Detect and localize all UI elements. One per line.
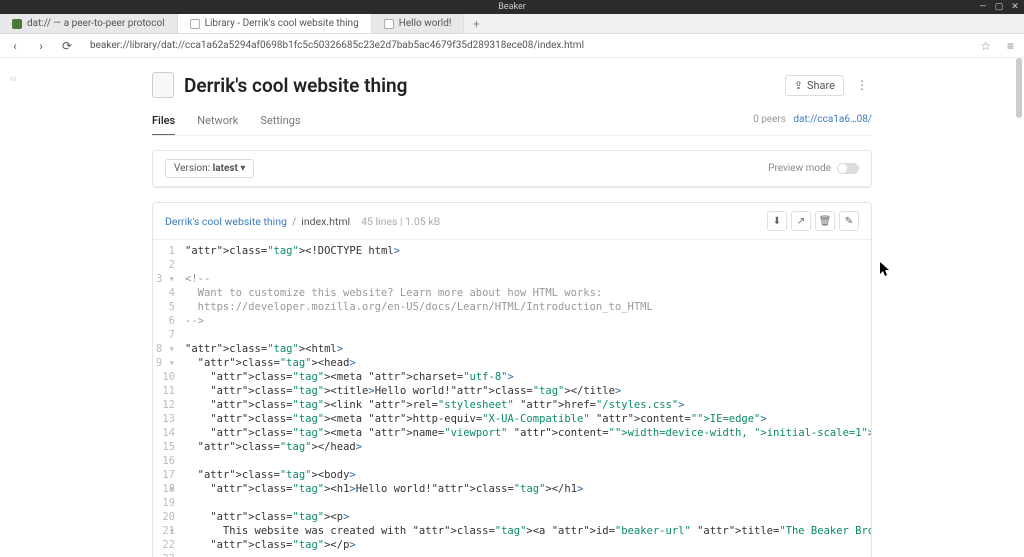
code-editor: 123 ▾45678 ▾9 ▾1011121314151617 ▾181920 …: [153, 240, 871, 557]
favicon-icon: [190, 19, 200, 29]
tab-3[interactable]: Hello world!: [372, 14, 465, 33]
dat-link[interactable]: dat://cca1a6…08/: [793, 114, 872, 125]
preview-label: Preview mode: [768, 163, 831, 174]
favicon-icon: [12, 19, 22, 29]
window-minimize-button[interactable]: —: [978, 2, 988, 12]
browser-tabstrip: dat:// — a peer-to-peer protocol Library…: [0, 14, 1024, 34]
share-icon: ⇪: [794, 79, 803, 92]
nav-toolbar: ‹ › ⟳ beaker://library/dat://cca1a62a529…: [0, 34, 1024, 58]
forward-button[interactable]: ›: [32, 37, 50, 55]
download-button[interactable]: ⬇: [767, 211, 787, 231]
collapse-sidebar-button[interactable]: ‹‹: [10, 72, 17, 85]
page-content: ‹‹ Derrik's cool website thing ⇪Share ⋮ …: [0, 58, 1024, 557]
nav-tab-files[interactable]: Files: [152, 114, 175, 135]
tab-1[interactable]: dat:// — a peer-to-peer protocol: [0, 14, 178, 33]
tab-label: Hello world!: [399, 18, 452, 29]
nav-tab-settings[interactable]: Settings: [260, 114, 300, 135]
address-bar[interactable]: beaker://library/dat://cca1a62a5294af069…: [84, 38, 968, 53]
back-button[interactable]: ‹: [6, 37, 24, 55]
share-button[interactable]: ⇪Share: [785, 75, 844, 96]
window-title: Beaker: [498, 2, 526, 12]
chevron-down-icon: ▾: [240, 163, 245, 174]
window-titlebar: Beaker — ▢ ✕: [0, 0, 1024, 14]
tab-label: Library - Derrik's cool website thing: [205, 18, 359, 29]
menu-button[interactable]: ≡: [1003, 39, 1018, 53]
window-maximize-button[interactable]: ▢: [994, 2, 1004, 12]
tab-2[interactable]: Library - Derrik's cool website thing: [178, 14, 372, 33]
favicon-icon: [384, 19, 394, 29]
nav-tab-network[interactable]: Network: [197, 114, 238, 135]
edit-button[interactable]: ✎: [839, 211, 859, 231]
new-tab-button[interactable]: +: [464, 14, 488, 33]
line-gutter: 123 ▾45678 ▾9 ▾1011121314151617 ▾181920 …: [153, 244, 185, 557]
reload-button[interactable]: ⟳: [58, 37, 76, 55]
file-meta: 45 lines | 1.05 kB: [361, 215, 440, 228]
more-menu-button[interactable]: ⋮: [852, 78, 872, 92]
code-lines[interactable]: "attr">class="tag"><!DOCTYPE html> <!-- …: [185, 244, 871, 557]
scrollbar[interactable]: [1016, 58, 1022, 118]
open-external-button[interactable]: ↗: [791, 211, 811, 231]
site-icon: [152, 72, 174, 98]
delete-button[interactable]: 🗑: [815, 211, 835, 231]
breadcrumb-root[interactable]: Derrik's cool website thing: [165, 215, 287, 228]
tab-label: dat:// — a peer-to-peer protocol: [27, 18, 165, 29]
preview-toggle[interactable]: [837, 163, 859, 174]
star-button[interactable]: ☆: [976, 39, 995, 53]
window-close-button[interactable]: ✕: [1010, 2, 1020, 12]
peers-count: 0 peers: [753, 114, 786, 125]
version-dropdown[interactable]: Version: latest ▾: [165, 159, 254, 178]
breadcrumb-file: index.html: [301, 215, 350, 228]
page-title: Derrik's cool website thing: [184, 74, 407, 97]
